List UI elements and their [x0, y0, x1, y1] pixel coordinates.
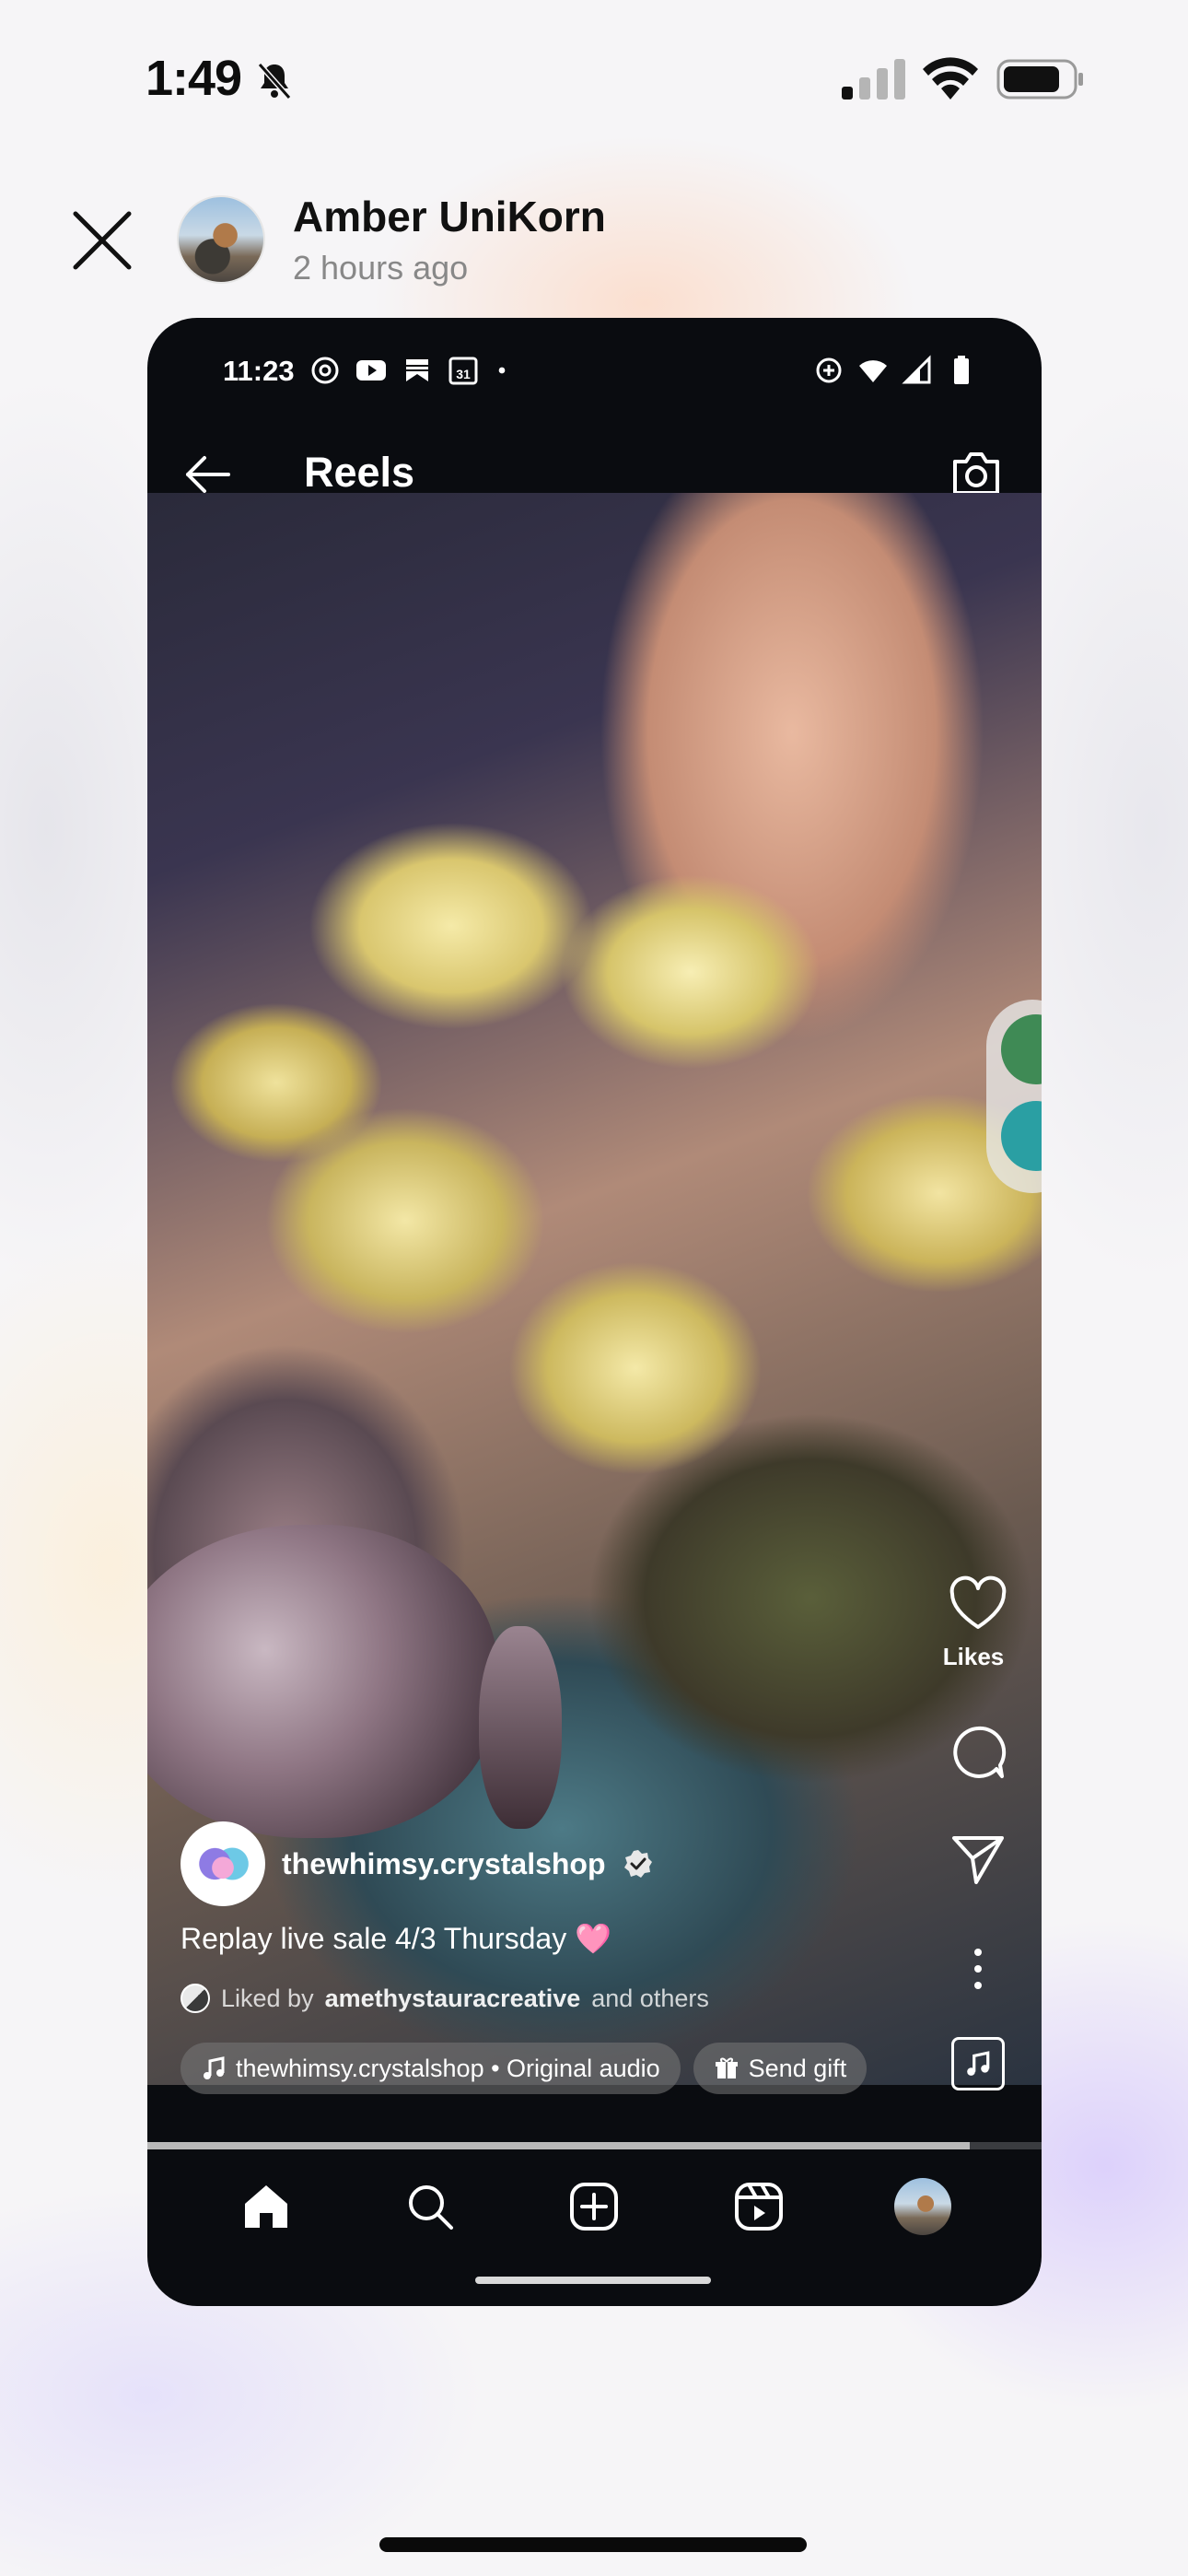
home-indicator[interactable]	[379, 2537, 807, 2552]
send-gift-chip[interactable]: Send gift	[693, 2043, 868, 2094]
nav-create[interactable]	[557, 2170, 631, 2243]
reel-progress-fill	[147, 2142, 971, 2149]
story-timestamp: 2 hours ago	[293, 249, 469, 287]
reel-caption-text: Replay live sale 4/3 Thursday	[181, 1922, 567, 1955]
floating-side-bubbles[interactable]	[986, 1000, 1042, 1193]
youtube-icon	[356, 360, 386, 381]
floating-bubble-teal[interactable]	[1001, 1101, 1042, 1171]
reel-chips: thewhimsy.crystalshop • Original audio S…	[181, 2043, 868, 2094]
reel-progress-bar[interactable]	[147, 2142, 1042, 2149]
nav-reels[interactable]	[722, 2170, 796, 2243]
send-gift-label: Send gift	[748, 2054, 847, 2082]
ios-status-bar: 1:49	[0, 48, 1188, 112]
liked-by-prefix: Liked by	[221, 1984, 314, 2012]
android-signal-icon	[902, 355, 931, 384]
likes-label: Likes	[942, 1643, 1005, 1670]
search-icon	[409, 2185, 454, 2230]
liked-by-avatar	[181, 1984, 210, 2013]
liked-by-suffix: and others	[591, 1984, 709, 2012]
data-saver-icon	[816, 357, 842, 383]
calendar-icon: 31	[448, 357, 478, 385]
more-options-icon[interactable]	[949, 1939, 1007, 1998]
bell-muted-icon	[257, 63, 292, 100]
nav-home[interactable]	[229, 2170, 303, 2243]
reel-author-row[interactable]: thewhimsy.crystalshop	[181, 1821, 654, 1906]
more-action[interactable]	[946, 1939, 1010, 2003]
wifi-icon	[923, 57, 978, 100]
reel-author-name[interactable]: thewhimsy.crystalshop	[282, 1847, 606, 1881]
floating-bubble-green[interactable]	[1001, 1014, 1042, 1084]
battery-icon	[996, 59, 1083, 100]
android-wifi-icon	[859, 360, 887, 382]
reel-caption[interactable]: Replay live sale 4/3 Thursday 🩷	[181, 1921, 611, 1956]
bottom-navigation	[147, 2151, 1042, 2262]
audio-chip[interactable]: thewhimsy.crystalshop • Original audio	[181, 2043, 681, 2094]
threads-icon	[311, 357, 339, 384]
reel-author-avatar[interactable]	[181, 1821, 265, 1906]
shared-screenshot: 11:23 31 Reels Likes thewhimsy.crystalsh…	[147, 318, 1042, 2306]
share-action[interactable]	[946, 1829, 1010, 1892]
cellular-signal-icon	[842, 59, 905, 100]
reels-icon	[734, 2183, 783, 2231]
news-icon	[406, 359, 428, 381]
android-status-bar: 11:23 31	[147, 318, 1042, 428]
create-icon	[570, 2183, 619, 2231]
like-action[interactable]: Likes	[943, 1575, 1010, 1671]
story-author-name[interactable]: Amber UniKorn	[293, 192, 606, 241]
music-note-icon	[204, 2056, 225, 2079]
reels-title: Reels	[304, 449, 415, 496]
profile-avatar	[893, 2178, 951, 2235]
comment-action[interactable]	[946, 1723, 1010, 1786]
heart-icon[interactable]	[949, 1575, 1007, 1634]
pink-heart-emoji: 🩷	[575, 1922, 611, 1955]
audio-thumbnail-button[interactable]	[951, 2037, 1005, 2090]
send-icon[interactable]	[949, 1829, 1007, 1888]
nav-search[interactable]	[393, 2170, 467, 2243]
story-author-avatar[interactable]	[177, 195, 265, 284]
close-icon[interactable]	[70, 208, 134, 273]
video-content-nail	[147, 1525, 497, 1838]
home-icon	[245, 2185, 288, 2228]
liked-by-user[interactable]: amethystauracreative	[325, 1985, 581, 2013]
nav-profile[interactable]	[886, 2170, 960, 2243]
android-home-indicator	[475, 2277, 711, 2284]
calendar-day-label: 31	[456, 367, 471, 381]
android-battery-icon	[954, 356, 969, 384]
notification-dot-icon	[498, 367, 506, 374]
music-note-small-icon	[967, 2051, 990, 2076]
android-status-time: 11:23	[223, 355, 295, 387]
status-time: 1:49	[146, 51, 242, 106]
comment-icon[interactable]	[949, 1723, 1007, 1782]
video-content-nail-2	[479, 1626, 562, 1829]
liked-by-row[interactable]: Liked by amethystauracreative and others	[181, 1984, 709, 2013]
gift-icon	[715, 2057, 738, 2078]
audio-label: thewhimsy.crystalshop • Original audio	[236, 2054, 660, 2082]
verified-badge-icon	[623, 1850, 652, 1878]
